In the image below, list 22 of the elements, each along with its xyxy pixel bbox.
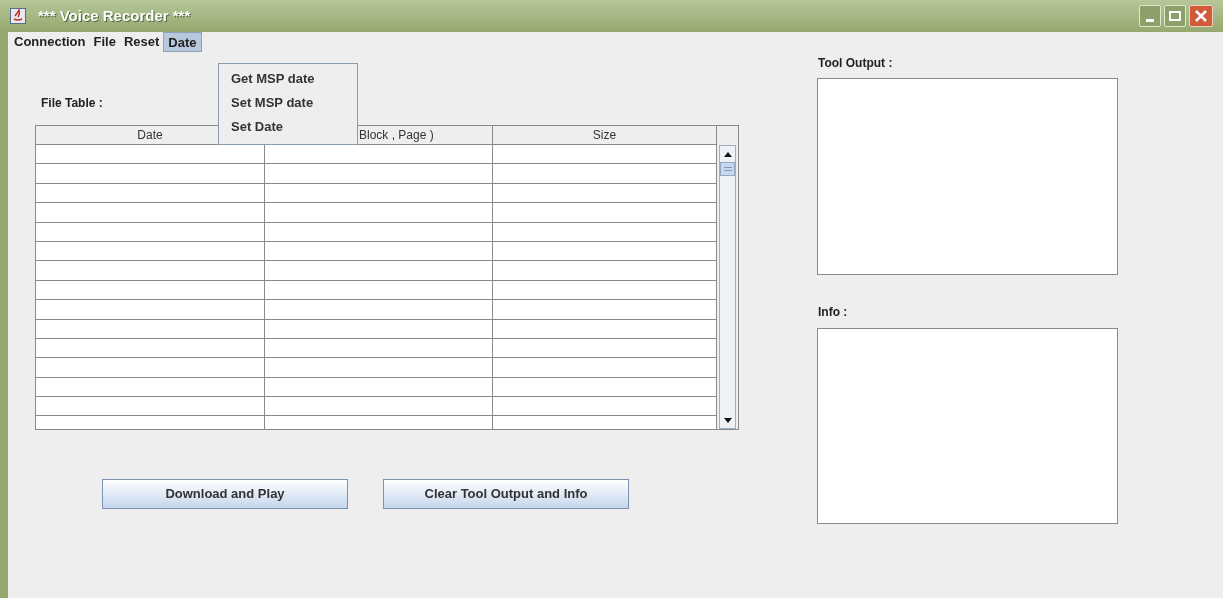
- app-icon: [10, 8, 26, 24]
- menu-option[interactable]: Set MSP date: [219, 91, 357, 115]
- column-header[interactable]: Size: [492, 126, 716, 144]
- menu-item[interactable]: Reset: [119, 32, 164, 52]
- up-arrow-icon: [723, 151, 732, 157]
- info-label: Info :: [818, 304, 849, 321]
- close-button[interactable]: [1189, 5, 1213, 27]
- down-arrow-icon: [723, 417, 732, 423]
- action-button[interactable]: Download and Play: [102, 479, 348, 509]
- minimize-button[interactable]: [1139, 5, 1161, 27]
- file-table-label: File Table :: [41, 95, 103, 112]
- menu-option[interactable]: Get MSP date: [219, 67, 357, 91]
- close-icon: [1195, 10, 1207, 22]
- menu-item[interactable]: Connection: [10, 32, 90, 52]
- tool-output-label: Tool Output :: [818, 55, 894, 72]
- maximize-button[interactable]: [1164, 5, 1186, 27]
- action-button[interactable]: Clear Tool Output and Info: [383, 479, 629, 509]
- scroll-thumb[interactable]: [720, 162, 735, 176]
- scrollbar[interactable]: [717, 125, 739, 430]
- window-title: *** Voice Recorder ***: [38, 5, 191, 26]
- menu-item[interactable]: File: [89, 32, 120, 52]
- menu-item[interactable]: Date: [163, 32, 202, 52]
